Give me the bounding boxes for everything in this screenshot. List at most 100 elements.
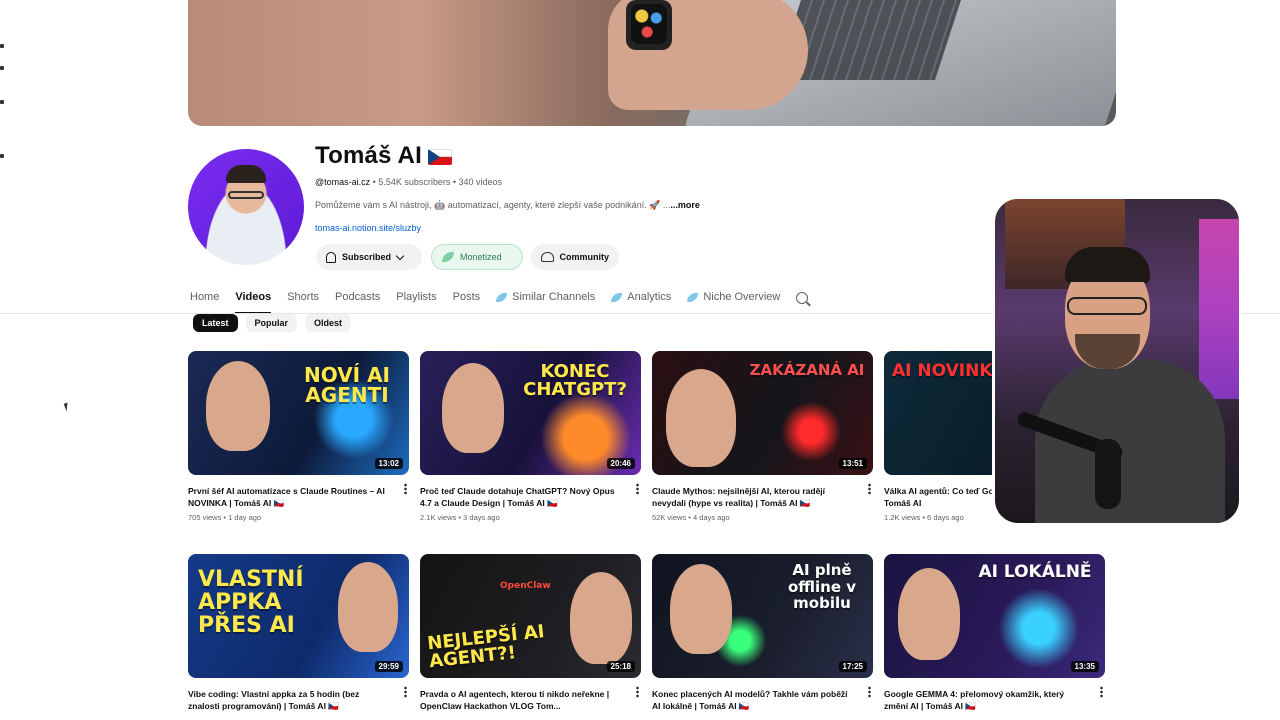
video-card[interactable]: OpenClaw NEJLEPŠÍ AI AGENT?! 25:18 Pravd…: [420, 554, 641, 716]
webcam-overlay: [992, 196, 1242, 526]
tab-label: Home: [190, 291, 220, 303]
video-count: 340 videos: [458, 177, 503, 187]
video-title[interactable]: Claude Mythos: nejsilnější AI, kterou ra…: [652, 485, 852, 509]
tab-label: Niche Overview: [703, 291, 781, 303]
subscribed-label: Subscribed: [342, 252, 392, 262]
video-card[interactable]: AI plně offline v mobilu 17:25 Konec pla…: [652, 554, 873, 716]
thumbnail-text: ZAKÁZANÁ AI: [749, 361, 865, 379]
tab-niche-overview[interactable]: Niche Overview: [687, 286, 780, 308]
video-title[interactable]: Konec placených AI modelů? Takhle vám po…: [652, 688, 852, 712]
video-meta: 2.1K views • 3 days ago: [420, 513, 500, 522]
thumbnail-text: NEJLEPŠÍ AI AGENT?!: [426, 621, 546, 673]
video-meta: 705 views • 1 day ago: [188, 513, 262, 522]
video-duration: 20:46: [606, 458, 635, 469]
video-card[interactable]: ZAKÁZANÁ AI 13:51 Claude Mythos: nejsiln…: [652, 351, 873, 522]
video-title[interactable]: Proč teď Claude dotahuje ChatGPT? Nový O…: [420, 485, 620, 509]
channel-meta: @tomas-ai.cz • 5.54K subscribers • 340 v…: [315, 177, 503, 187]
video-duration: 29:59: [374, 661, 403, 672]
channel-link[interactable]: tomas-ai.notion.site/sluzby: [315, 223, 421, 233]
video-thumbnail[interactable]: AI LOKÁLNĚ 13:35: [884, 554, 1105, 678]
video-thumbnail[interactable]: OpenClaw NEJLEPŠÍ AI AGENT?! 25:18: [420, 554, 641, 678]
community-button[interactable]: Community: [531, 244, 619, 270]
thumbnail-text: NOVÍ AI AGENTI: [303, 363, 390, 407]
video-duration: 13:51: [838, 458, 867, 469]
chip-latest[interactable]: Latest: [193, 314, 238, 332]
tab-analytics[interactable]: Analytics: [611, 286, 671, 308]
video-thumbnail[interactable]: ZAKÁZANÁ AI 13:51: [652, 351, 873, 475]
tab-posts[interactable]: Posts: [453, 286, 481, 308]
video-thumbnail[interactable]: KONEC CHATGPT? 20:46: [420, 351, 641, 475]
tab-playlists[interactable]: Playlists: [396, 286, 436, 308]
channel-banner: [188, 0, 1116, 126]
channel-description[interactable]: Pomůžeme vám s AI nástroji, 🤖 automatiza…: [315, 200, 700, 211]
chevron-down-icon: [395, 251, 405, 260]
sidebar-item[interactable]: [0, 154, 16, 164]
more-vert-icon[interactable]: [868, 686, 871, 698]
people-icon: [541, 252, 554, 262]
sidebar: [0, 0, 20, 720]
more-vert-icon[interactable]: [1100, 686, 1103, 698]
thumbnail-text: AI plně offline v mobilu: [787, 561, 857, 612]
openclaw-logo-text: OpenClaw: [500, 581, 551, 591]
more-vert-icon[interactable]: [868, 483, 871, 495]
tab-shorts[interactable]: Shorts: [287, 286, 319, 308]
monetized-label: Monetized: [460, 252, 502, 262]
video-title[interactable]: Vibe coding: Vlastní appka za 5 hodin (b…: [188, 688, 388, 712]
subscribed-button[interactable]: Subscribed: [316, 244, 422, 270]
tab-label: Videos: [235, 291, 272, 303]
video-title[interactable]: Pravda o AI agentech, kterou ti nikdo ne…: [420, 688, 620, 712]
thumbnail-text: KONEC CHATGPT?: [523, 361, 627, 400]
channel-avatar[interactable]: [188, 149, 304, 265]
video-thumbnail[interactable]: AI plně offline v mobilu 17:25: [652, 554, 873, 678]
tab-videos[interactable]: Videos: [235, 286, 272, 314]
video-title[interactable]: První šéf AI automatizace s Claude Routi…: [188, 485, 388, 509]
thumbnail-text: VLASTNÍ APPKA PŘES AI: [198, 567, 304, 639]
search-channel-button[interactable]: [796, 286, 809, 308]
channel-tabs: Home Videos Shorts Podcasts Playlists Po…: [190, 286, 824, 314]
more-vert-icon[interactable]: [636, 483, 639, 495]
more-vert-icon[interactable]: [404, 483, 407, 495]
video-card[interactable]: AI LOKÁLNĚ 13:35 Google GEMMA 4: přelomo…: [884, 554, 1105, 716]
video-meta: 52K views • 4 days ago: [652, 513, 730, 522]
sidebar-item[interactable]: [0, 66, 16, 76]
channel-description-text: Pomůžeme vám s AI nástroji, 🤖 automatiza…: [315, 200, 671, 210]
tab-podcasts[interactable]: Podcasts: [335, 286, 380, 308]
chip-popular[interactable]: Popular: [245, 314, 298, 332]
channel-name-text: Tomáš AI: [315, 142, 422, 169]
tab-similar-channels[interactable]: Similar Channels: [496, 286, 595, 308]
more-vert-icon[interactable]: [404, 686, 407, 698]
czech-flag-icon: [427, 148, 452, 165]
video-card[interactable]: KONEC CHATGPT? 20:46 Proč teď Claude dot…: [420, 351, 641, 522]
thumbnail-text: AI LOKÁLNĚ: [978, 562, 1092, 582]
monetized-icon: [442, 252, 454, 262]
sidebar-item[interactable]: [0, 100, 16, 110]
bell-icon: [326, 251, 336, 263]
video-thumbnail[interactable]: NOVÍ AI AGENTI 13:02: [188, 351, 409, 475]
video-title[interactable]: Google GEMMA 4: přelomový okamžik, který…: [884, 688, 1084, 712]
community-label: Community: [559, 252, 610, 262]
search-icon: [796, 291, 809, 304]
tab-label: Playlists: [396, 291, 437, 303]
tab-home[interactable]: Home: [190, 286, 219, 308]
video-card[interactable]: NOVÍ AI AGENTI 13:02 První šéf AI automa…: [188, 351, 409, 522]
tab-label: Podcasts: [335, 291, 381, 303]
more-vert-icon[interactable]: [636, 686, 639, 698]
video-card[interactable]: VLASTNÍ APPKA PŘES AI 29:59 Vibe coding:…: [188, 554, 409, 716]
extension-icon: [687, 292, 699, 302]
video-duration: 13:35: [1070, 661, 1099, 672]
channel-name: Tomáš AI: [315, 142, 452, 170]
more-link[interactable]: ...more: [670, 200, 700, 210]
chip-oldest[interactable]: Oldest: [305, 314, 352, 332]
video-duration: 17:25: [838, 661, 867, 672]
channel-handle: @tomas-ai.cz: [315, 177, 371, 187]
video-duration: 25:18: [606, 661, 635, 672]
video-duration: 13:02: [374, 458, 403, 469]
video-thumbnail[interactable]: VLASTNÍ APPKA PŘES AI 29:59: [188, 554, 409, 678]
subscriber-count: 5.54K subscribers: [378, 177, 451, 187]
sidebar-item[interactable]: [0, 44, 16, 54]
tab-label: Shorts: [287, 291, 320, 303]
tab-label: Similar Channels: [512, 291, 596, 303]
tab-label: Posts: [452, 291, 481, 303]
sort-chips: Latest Popular Oldest: [193, 314, 352, 332]
monetized-button[interactable]: Monetized: [431, 244, 523, 270]
